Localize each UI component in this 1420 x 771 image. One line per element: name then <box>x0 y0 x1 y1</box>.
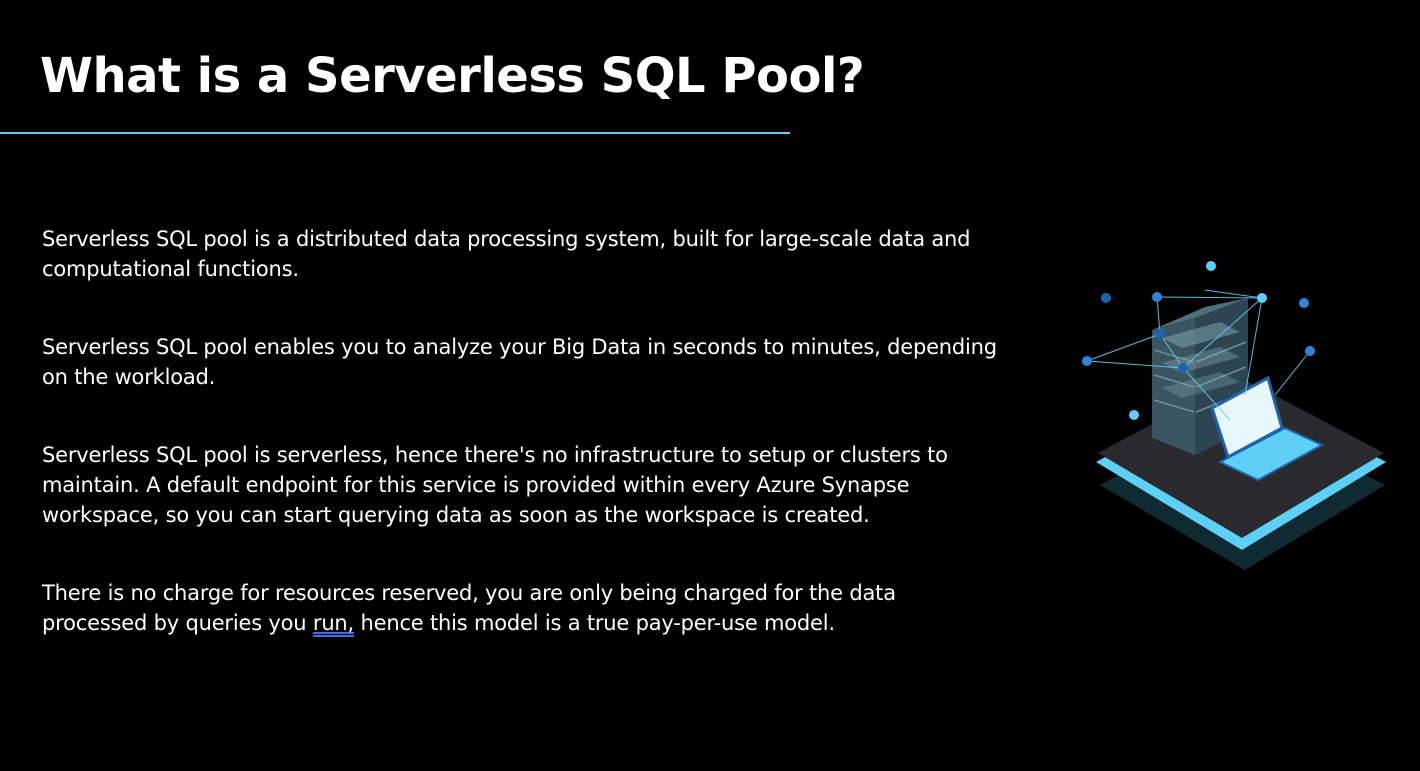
paragraph-3: Serverless SQL pool is serverless, hence… <box>42 443 948 527</box>
server-network-laptop-icon <box>1082 261 1386 570</box>
slide-body: Serverless SQL pool is a distributed dat… <box>42 224 1002 686</box>
network-node <box>1082 356 1092 366</box>
paragraph-2: Serverless SQL pool enables you to analy… <box>42 335 997 389</box>
slide: What is a Serverless SQL Pool? Serverles… <box>0 0 1420 771</box>
spellcheck-flagged-word[interactable]: run, <box>313 611 354 635</box>
network-node <box>1101 293 1111 303</box>
network-node <box>1206 261 1216 271</box>
paragraph-1: Serverless SQL pool is a distributed dat… <box>42 227 971 281</box>
network-node <box>1305 346 1315 356</box>
network-node <box>1129 410 1139 420</box>
network-node <box>1155 329 1165 339</box>
network-node <box>1152 292 1162 302</box>
paragraph-4: There is no charge for resources reserve… <box>42 578 1002 638</box>
paragraph-4-part-2: hence this model is a true pay-per-use m… <box>354 611 836 635</box>
network-node <box>1257 293 1267 303</box>
title-underline <box>0 132 790 134</box>
network-node <box>1299 298 1309 308</box>
network-node <box>1178 363 1188 373</box>
slide-title: What is a Serverless SQL Pool? <box>40 48 865 104</box>
